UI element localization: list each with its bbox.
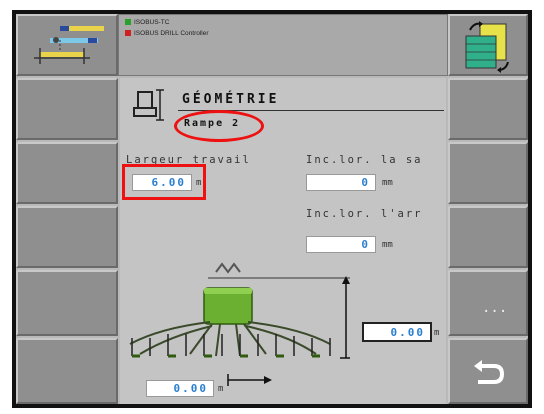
boom-height-unit: m — [434, 328, 440, 338]
status-controller-label: ISOBUS DRILL Controller — [134, 30, 209, 37]
boom-height-field[interactable]: 0.00 — [362, 322, 432, 342]
lateral-offset-front-value: 0 — [361, 176, 370, 189]
status-header: ISOBUS-TC ISOBUS DRILL Controller — [118, 14, 448, 76]
status-line-2: ISOBUS DRILL Controller — [125, 30, 209, 37]
drill-implement-icon — [129, 262, 350, 359]
status-green-icon — [125, 19, 131, 26]
lateral-offset-rear-field[interactable]: 0 — [306, 236, 376, 253]
more-label: ... — [482, 300, 508, 316]
softkey-right-back[interactable] — [448, 338, 528, 404]
boom-height-value: 0.00 — [390, 326, 425, 339]
softkey-right-2[interactable] — [448, 78, 528, 140]
softkey-right-3[interactable] — [448, 142, 528, 204]
switch-screen-icon — [465, 21, 509, 73]
return-arrow-icon — [474, 360, 505, 384]
softkey-right-1[interactable] — [448, 14, 528, 76]
offset-arrow-icon — [227, 374, 272, 386]
terminal-screen: ISOBUS-TC ISOBUS DRILL Controller ... GÉ… — [12, 10, 532, 408]
softkey-left-2[interactable] — [16, 78, 118, 140]
status-line-1: ISOBUS-TC — [125, 19, 169, 26]
implement-layout-icon — [34, 26, 104, 64]
lateral-offset-front-label: Inc.lor. la sa — [306, 154, 423, 166]
status-drill-icon — [125, 30, 131, 37]
terminal-display: ISOBUS-TC ISOBUS DRILL Controller ... GÉ… — [16, 14, 528, 404]
status-tc-label: ISOBUS-TC — [134, 19, 170, 26]
boom-offset-value: 0.00 — [173, 382, 208, 395]
lateral-offset-front-field[interactable]: 0 — [306, 174, 376, 191]
softkey-right-more[interactable]: ... — [448, 270, 528, 336]
lateral-offset-rear-value: 0 — [361, 238, 370, 251]
main-panel: GÉOMÉTRIE Rampe 2 Largeur travail 6.00 m… — [120, 78, 446, 404]
softkey-left-1[interactable] — [16, 14, 118, 76]
lateral-offset-front-unit: mm — [382, 178, 393, 188]
geometry-icon — [133, 89, 164, 121]
lateral-offset-rear-label: Inc.lor. l'arr — [306, 208, 423, 220]
boom-offset-unit: m — [218, 384, 224, 394]
softkey-left-6[interactable] — [16, 338, 118, 404]
subtitle-highlight-oval — [174, 110, 264, 142]
softkey-left-4[interactable] — [16, 206, 118, 268]
boom-offset-field[interactable]: 0.00 — [146, 380, 214, 397]
lateral-offset-rear-unit: mm — [382, 240, 393, 250]
softkey-left-5[interactable] — [16, 270, 118, 336]
softkey-left-3[interactable] — [16, 142, 118, 204]
working-width-highlight — [122, 164, 206, 200]
softkey-right-4[interactable] — [448, 206, 528, 268]
page-title: GÉOMÉTRIE — [182, 92, 280, 107]
